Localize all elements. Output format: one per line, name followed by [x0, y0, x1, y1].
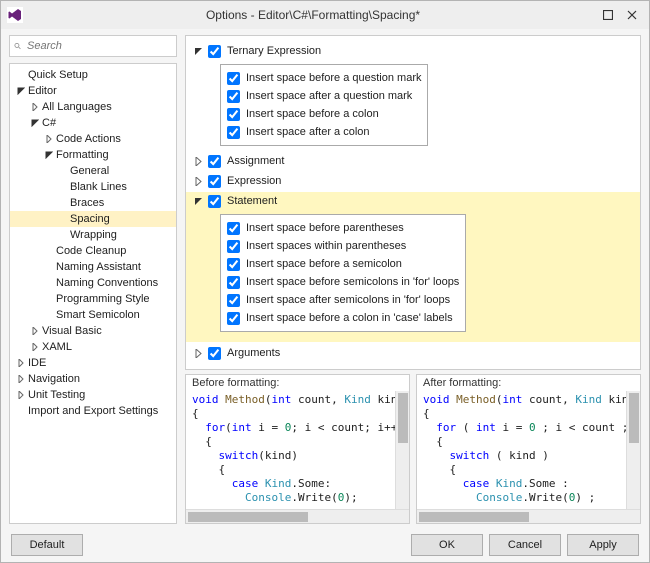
tree-import-export[interactable]: Import and Export Settings — [10, 403, 176, 419]
section-expression: Expression — [192, 172, 628, 190]
tree-navigation[interactable]: Navigation — [10, 371, 176, 387]
options-list: Ternary Expression Insert space before a… — [185, 35, 641, 370]
window-title: Options - Editor\C#\Formatting\Spacing* — [31, 8, 595, 22]
preview-row: Before formatting: void Method(int count… — [185, 374, 641, 524]
tree-xaml[interactable]: XAML — [10, 339, 176, 355]
preview-before: Before formatting: void Method(int count… — [185, 374, 410, 524]
section-arguments: Arguments — [192, 344, 628, 362]
tree-formatting[interactable]: Formatting — [10, 147, 176, 163]
tree-code-cleanup[interactable]: Code Cleanup — [10, 243, 176, 259]
tree-quick-setup[interactable]: Quick Setup — [10, 67, 176, 83]
tree-spacing[interactable]: Spacing — [10, 211, 176, 227]
arguments-check[interactable] — [208, 347, 221, 360]
tree-code-actions[interactable]: Code Actions — [10, 131, 176, 147]
tree-smart-semicolon[interactable]: Smart Semicolon — [10, 307, 176, 323]
code-after: void Method(int count, Kind kind) { for … — [417, 391, 626, 509]
tree-editor[interactable]: Editor — [10, 83, 176, 99]
tree-unit-testing[interactable]: Unit Testing — [10, 387, 176, 403]
opt-before-colon[interactable] — [227, 108, 240, 121]
opt-before-qmark[interactable] — [227, 72, 240, 85]
ternary-check[interactable] — [208, 45, 221, 58]
opt-before-semi-for[interactable] — [227, 276, 240, 289]
options-dialog: Options - Editor\C#\Formatting\Spacing* … — [0, 0, 650, 563]
opt-before-semi[interactable] — [227, 258, 240, 271]
tree-visual-basic[interactable]: Visual Basic — [10, 323, 176, 339]
preview-after: After formatting: void Method(int count,… — [416, 374, 641, 524]
tree-general[interactable]: General — [10, 163, 176, 179]
section-statement: Statement Insert space before parenthese… — [186, 192, 640, 342]
body: Quick Setup Editor All Languages C# Code… — [1, 29, 649, 528]
close-button[interactable] — [621, 4, 643, 26]
tree-programming-style[interactable]: Programming Style — [10, 291, 176, 307]
code-before: void Method(int count, Kind kind) { for(… — [186, 391, 395, 509]
cancel-button[interactable]: Cancel — [489, 534, 561, 556]
hscrollbar[interactable] — [186, 509, 409, 523]
ternary-options: Insert space before a question mark Inse… — [220, 64, 428, 146]
default-button[interactable]: Default — [11, 534, 83, 556]
collapse-icon[interactable] — [192, 197, 204, 206]
tree-csharp[interactable]: C# — [10, 115, 176, 131]
tree-ide[interactable]: IDE — [10, 355, 176, 371]
opt-after-colon[interactable] — [227, 126, 240, 139]
vs-logo-icon — [7, 7, 23, 23]
tree-blank-lines[interactable]: Blank Lines — [10, 179, 176, 195]
maximize-button[interactable] — [597, 4, 619, 26]
tree-wrapping[interactable]: Wrapping — [10, 227, 176, 243]
opt-within-paren[interactable] — [227, 240, 240, 253]
opt-after-semi-for[interactable] — [227, 294, 240, 307]
vscrollbar[interactable] — [395, 391, 409, 509]
titlebar: Options - Editor\C#\Formatting\Spacing* — [1, 1, 649, 29]
footer: Default OK Cancel Apply — [1, 528, 649, 562]
section-assignment: Assignment — [192, 152, 628, 170]
expand-icon[interactable] — [192, 177, 204, 186]
left-pane: Quick Setup Editor All Languages C# Code… — [9, 35, 177, 524]
search-box[interactable] — [9, 35, 177, 57]
section-ternary: Ternary Expression Insert space before a… — [192, 42, 628, 150]
expand-icon[interactable] — [192, 349, 204, 358]
hscrollbar[interactable] — [417, 509, 640, 523]
ok-button[interactable]: OK — [411, 534, 483, 556]
search-input[interactable] — [25, 39, 172, 53]
expression-check[interactable] — [208, 175, 221, 188]
assignment-check[interactable] — [208, 155, 221, 168]
right-pane: Ternary Expression Insert space before a… — [185, 35, 641, 524]
opt-before-colon-case[interactable] — [227, 312, 240, 325]
tree-naming-conventions[interactable]: Naming Conventions — [10, 275, 176, 291]
tree-naming-assistant[interactable]: Naming Assistant — [10, 259, 176, 275]
apply-button[interactable]: Apply — [567, 534, 639, 556]
vscrollbar[interactable] — [626, 391, 640, 509]
opt-after-qmark[interactable] — [227, 90, 240, 103]
tree-all-languages[interactable]: All Languages — [10, 99, 176, 115]
tree-braces[interactable]: Braces — [10, 195, 176, 211]
search-icon — [14, 40, 21, 52]
opt-before-paren[interactable] — [227, 222, 240, 235]
statement-check[interactable] — [208, 195, 221, 208]
collapse-icon[interactable] — [192, 47, 204, 56]
statement-options: Insert space before parentheses Insert s… — [220, 214, 466, 332]
expand-icon[interactable] — [192, 157, 204, 166]
nav-tree[interactable]: Quick Setup Editor All Languages C# Code… — [9, 63, 177, 524]
